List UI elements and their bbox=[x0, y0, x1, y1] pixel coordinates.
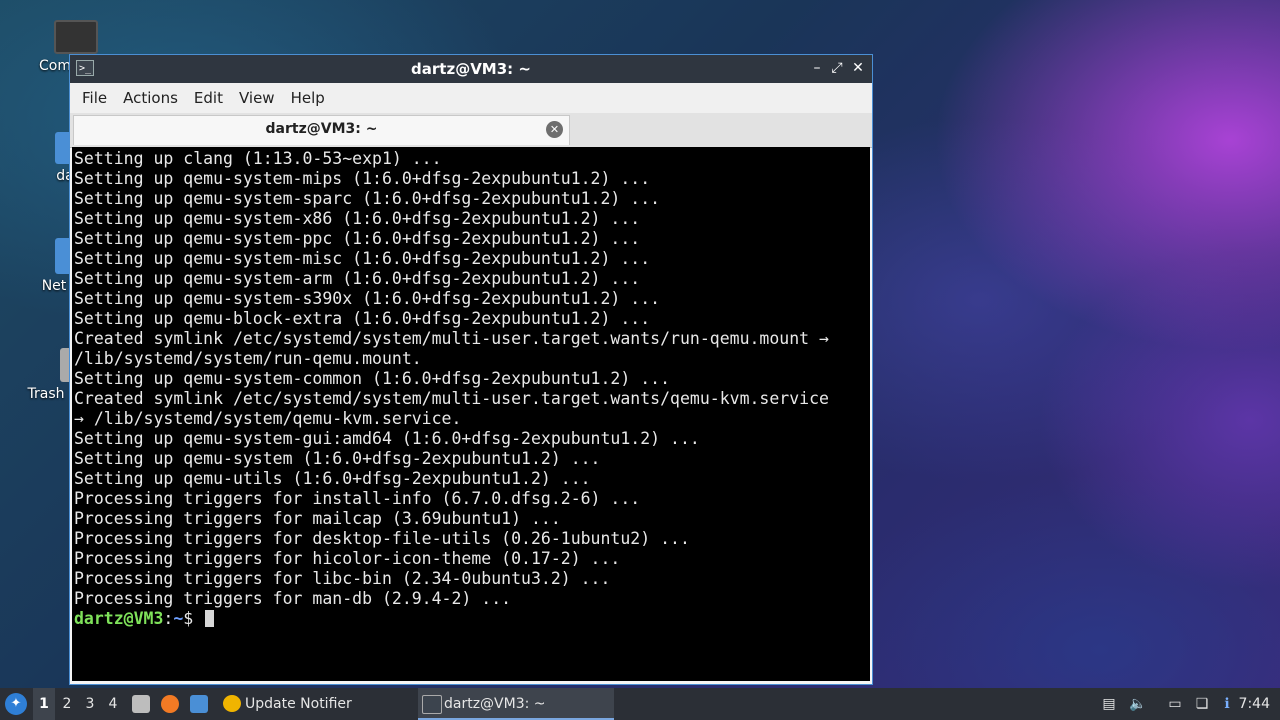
terminal-line: Setting up qemu-system-arm (1:6.0+dfsg-2… bbox=[74, 269, 641, 288]
tab-label: dartz@VM3: ~ bbox=[265, 121, 378, 137]
terminal-line: Setting up clang (1:13.0-53~exp1) ... bbox=[74, 149, 442, 168]
terminal-line: Processing triggers for desktop-file-uti… bbox=[74, 529, 690, 548]
tab-bar: dartz@VM3: ~ ✕ bbox=[70, 113, 872, 148]
terminal-line: Setting up qemu-system-x86 (1:6.0+dfsg-2… bbox=[74, 209, 641, 228]
firefox-icon[interactable] bbox=[161, 695, 179, 713]
maximize-button[interactable]: ⤢ bbox=[828, 59, 846, 77]
terminal-line: Processing triggers for libc-bin (2.34-0… bbox=[74, 569, 611, 588]
prompt-path: ~ bbox=[173, 609, 184, 628]
computer-icon bbox=[54, 20, 98, 54]
terminal-icon bbox=[422, 695, 442, 714]
menu-bar: File Actions Edit View Help bbox=[70, 83, 872, 113]
update-notifier-icon bbox=[223, 695, 241, 712]
task-label: Update Notifier bbox=[245, 696, 352, 712]
terminal-line: Setting up qemu-system-s390x (1:6.0+dfsg… bbox=[74, 289, 661, 308]
terminal-line: Setting up qemu-system-mips (1:6.0+dfsg-… bbox=[74, 169, 651, 188]
menu-actions[interactable]: Actions bbox=[115, 89, 186, 107]
task-terminal[interactable]: dartz@VM3: ~ bbox=[418, 688, 614, 720]
start-menu-icon[interactable]: ✦ bbox=[5, 693, 27, 715]
terminal-line: Setting up qemu-block-extra (1:6.0+dfsg-… bbox=[74, 309, 651, 328]
taskbar: ✦ 1 2 3 4 Update Notifier dartz@VM3: ~ ▤… bbox=[0, 688, 1280, 720]
menu-help[interactable]: Help bbox=[283, 89, 333, 107]
terminal-line: /lib/systemd/system/run-qemu.mount. bbox=[74, 349, 422, 368]
terminal-line: Setting up qemu-utils (1:6.0+dfsg-2expub… bbox=[74, 469, 591, 488]
terminal-line: → /lib/systemd/system/qemu-kvm.service. bbox=[74, 409, 462, 428]
tab-close-icon[interactable]: ✕ bbox=[546, 121, 563, 138]
prompt-user: dartz@VM3 bbox=[74, 609, 164, 628]
terminal-line: Processing triggers for hicolor-icon-the… bbox=[74, 549, 621, 568]
menu-file[interactable]: File bbox=[74, 89, 115, 107]
terminal-line: Setting up qemu-system (1:6.0+dfsg-2expu… bbox=[74, 449, 601, 468]
prompt-line: dartz@VM3:~$ bbox=[74, 609, 870, 629]
terminal-line: Setting up qemu-system-misc (1:6.0+dfsg-… bbox=[74, 249, 651, 268]
network-tray-icon[interactable]: ▭ bbox=[1165, 694, 1185, 714]
menu-view[interactable]: View bbox=[231, 89, 283, 107]
title-bar[interactable]: >_ dartz@VM3: ~ – ⤢ ✕ bbox=[70, 55, 872, 83]
update-tray-icon[interactable]: ℹ bbox=[1217, 694, 1237, 714]
terminal-line: Setting up qemu-system-common (1:6.0+dfs… bbox=[74, 369, 671, 388]
tab-terminal[interactable]: dartz@VM3: ~ ✕ bbox=[73, 115, 570, 145]
task-label: dartz@VM3: ~ bbox=[444, 696, 546, 712]
terminal-line: Setting up qemu-system-gui:amd64 (1:6.0+… bbox=[74, 429, 700, 448]
terminal-window[interactable]: >_ dartz@VM3: ~ – ⤢ ✕ File Actions Edit … bbox=[69, 54, 873, 685]
prompt-symbol: $ bbox=[183, 609, 204, 628]
task-update-notifier[interactable]: Update Notifier bbox=[219, 688, 360, 720]
clipboard-icon[interactable]: ❏ bbox=[1192, 694, 1212, 714]
volume-icon[interactable]: 🔈 bbox=[1128, 694, 1148, 714]
terminal-line: Created symlink /etc/systemd/system/mult… bbox=[74, 329, 829, 348]
show-desktop-icon[interactable] bbox=[132, 695, 150, 713]
minimize-button[interactable]: – bbox=[808, 59, 826, 77]
terminal-line: Created symlink /etc/systemd/system/mult… bbox=[74, 389, 829, 408]
workspace-1[interactable]: 1 bbox=[33, 688, 55, 720]
workspace-2[interactable]: 2 bbox=[56, 688, 78, 720]
terminal-line: Processing triggers for man-db (2.9.4-2)… bbox=[74, 589, 512, 608]
file-manager-icon[interactable] bbox=[190, 695, 208, 713]
terminal-line: Setting up qemu-system-sparc (1:6.0+dfsg… bbox=[74, 189, 661, 208]
close-button[interactable]: ✕ bbox=[849, 59, 867, 77]
tray-storage-icon[interactable]: ▤ bbox=[1099, 694, 1119, 714]
terminal-line: Setting up qemu-system-ppc (1:6.0+dfsg-2… bbox=[74, 229, 641, 248]
workspace-4[interactable]: 4 bbox=[102, 688, 124, 720]
terminal-output[interactable]: Setting up clang (1:13.0-53~exp1) ... Set… bbox=[72, 147, 870, 681]
workspace-3[interactable]: 3 bbox=[79, 688, 101, 720]
prompt-separator: : bbox=[163, 609, 174, 628]
terminal-line: Processing triggers for mailcap (3.69ubu… bbox=[74, 509, 561, 528]
window-title: dartz@VM3: ~ bbox=[411, 60, 531, 78]
terminal-line: Processing triggers for install-info (6.… bbox=[74, 489, 641, 508]
clock[interactable]: 7:44 bbox=[1239, 688, 1270, 720]
terminal-cursor bbox=[205, 610, 215, 627]
menu-edit[interactable]: Edit bbox=[186, 89, 231, 107]
